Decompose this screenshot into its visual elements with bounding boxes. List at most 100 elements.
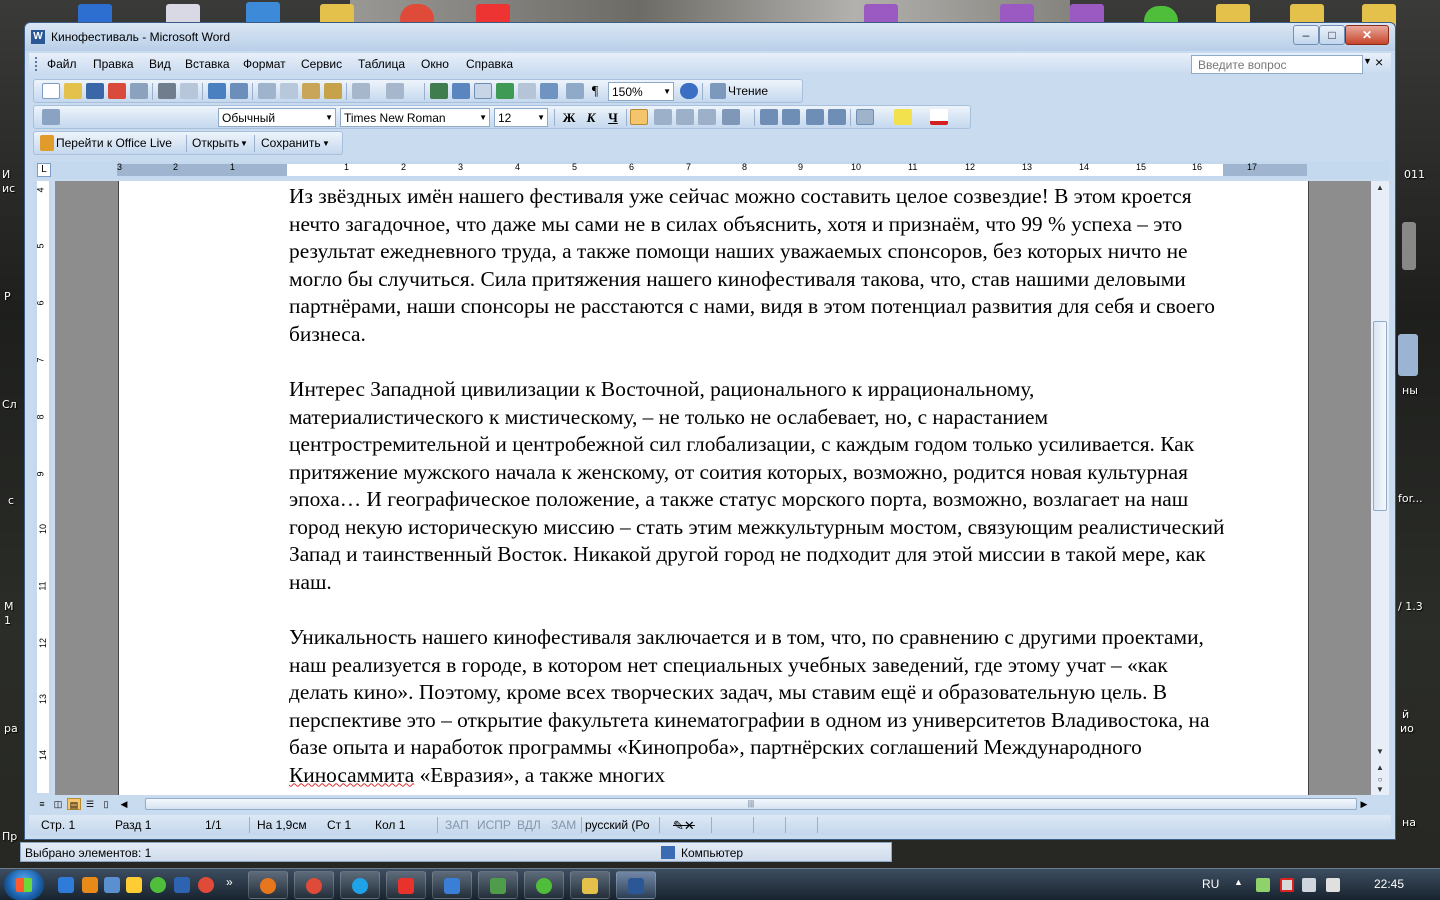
open-icon[interactable] [64, 83, 82, 99]
spelling-status-icon[interactable]: ✎✕ [673, 818, 695, 834]
show-formatting-icon[interactable]: ¶ [586, 83, 604, 100]
ask-dropdown-arrow-icon[interactable]: ▼ [1363, 56, 1372, 66]
clock[interactable]: 22:45 [1374, 877, 1404, 891]
paragraph[interactable]: Уникальность нашего кинофестиваля заключ… [289, 624, 1229, 789]
desktop-icon[interactable] [1398, 334, 1418, 376]
minimize-button[interactable]: – [1293, 25, 1319, 45]
show-desktop-icon[interactable] [174, 877, 190, 893]
italic-button[interactable]: К [582, 109, 600, 126]
align-right-icon[interactable] [676, 109, 694, 125]
next-page-icon[interactable]: ▼ [1372, 783, 1388, 797]
redo-icon[interactable] [386, 83, 404, 99]
show-hidden-icons-icon[interactable]: ▲ [1234, 877, 1243, 887]
menu-grip[interactable] [35, 57, 38, 71]
line-spacing-icon[interactable] [722, 109, 740, 125]
status-track-changes[interactable]: ИСПР [477, 818, 511, 832]
desktop-icon[interactable] [1402, 222, 1416, 270]
font-color-icon[interactable] [930, 109, 948, 125]
ask-question-input[interactable]: Введите вопрос [1191, 55, 1363, 74]
paragraph[interactable]: Из звёздных имён нашего фестиваля уже се… [289, 183, 1229, 348]
outline-view-icon[interactable]: ☰ [83, 798, 97, 810]
messenger-icon[interactable] [126, 877, 142, 893]
status-at[interactable]: На 1,9см [257, 818, 307, 832]
cut-icon[interactable] [258, 83, 276, 99]
spelling-error[interactable]: Киносаммита [289, 763, 414, 787]
taskbar-photos[interactable] [478, 871, 518, 899]
undo-icon[interactable] [352, 83, 370, 99]
vertical-scrollbar[interactable]: ▲ ▼ ▲ ○ ▼ [1371, 181, 1389, 795]
permission-icon[interactable] [108, 83, 126, 99]
decrease-indent-icon[interactable] [806, 109, 824, 125]
tray-network-error-icon[interactable] [1280, 878, 1294, 892]
copy-icon[interactable] [280, 83, 298, 99]
print-preview-icon[interactable] [180, 83, 198, 99]
word-app-icon[interactable]: W [31, 30, 45, 44]
status-page[interactable]: Стр. 1 [41, 818, 75, 832]
reading-view-icon[interactable]: ▯ [99, 798, 113, 810]
horizontal-scroll-thumb[interactable]: ||| [145, 798, 1357, 810]
justify-icon[interactable] [698, 109, 716, 125]
tray-icq-icon[interactable] [1256, 878, 1270, 892]
web-view-icon[interactable]: ◫ [51, 798, 65, 810]
paragraph[interactable]: Интерес Западной цивилизации к Восточной… [289, 376, 1229, 596]
underline-button[interactable]: Ч [604, 109, 622, 126]
scroll-right-icon[interactable]: ▶ [1357, 798, 1371, 810]
office-live-button[interactable]: Перейти к Office Live [56, 136, 172, 150]
maximize-button[interactable]: □ [1319, 25, 1345, 45]
font-size-dropdown[interactable]: 12 ▼ [494, 108, 548, 127]
status-extend[interactable]: ВДЛ [517, 818, 541, 832]
menu-window[interactable]: Окно [421, 57, 449, 71]
paste-icon[interactable] [302, 83, 320, 99]
status-line[interactable]: Ст 1 [327, 818, 351, 832]
style-dropdown[interactable]: Обычный ▼ [218, 108, 336, 127]
drawing-icon[interactable] [540, 83, 558, 99]
status-record[interactable]: ЗАП [445, 818, 469, 832]
highlight-icon[interactable] [894, 109, 912, 125]
document-area[interactable]: Из звёздных имён нашего фестиваля уже се… [55, 181, 1371, 795]
new-document-icon[interactable] [42, 83, 60, 99]
increase-indent-icon[interactable] [828, 109, 846, 125]
taskbar-skype[interactable] [340, 871, 380, 899]
save-icon[interactable] [86, 83, 104, 99]
tray-volume-icon[interactable] [1326, 878, 1340, 892]
spelling-icon[interactable] [208, 83, 226, 99]
help-icon[interactable] [680, 83, 698, 99]
ie-icon[interactable] [58, 877, 74, 893]
insert-excel-icon[interactable] [496, 83, 514, 99]
vertical-ruler[interactable]: 4 5 6 7 8 9 10 11 12 13 14 [33, 181, 51, 793]
status-pages[interactable]: 1/1 [205, 818, 222, 832]
insert-table-icon[interactable] [474, 83, 492, 99]
zoom-dropdown[interactable]: 150% ▼ [608, 82, 674, 101]
start-button[interactable] [4, 870, 44, 900]
tray-device-icon[interactable] [1302, 878, 1316, 892]
language-indicator[interactable]: RU [1202, 877, 1219, 891]
status-language[interactable]: русский (Ро [585, 818, 650, 832]
print-icon[interactable] [158, 83, 176, 99]
open-menu-button[interactable]: Открыть [192, 136, 239, 150]
icq-icon[interactable] [150, 877, 166, 893]
chrome-quicklaunch-icon[interactable] [198, 877, 214, 893]
align-left-icon[interactable] [630, 109, 648, 125]
bullets-icon[interactable] [782, 109, 800, 125]
scroll-thumb[interactable] [1373, 321, 1387, 511]
hyperlink-icon[interactable] [430, 83, 448, 99]
menu-view[interactable]: Вид [149, 57, 171, 71]
document-map-icon[interactable] [566, 83, 584, 99]
tab-stop-selector[interactable]: L [37, 163, 51, 177]
taskbar-icq[interactable] [524, 871, 564, 899]
numbering-icon[interactable] [760, 109, 778, 125]
menu-edit[interactable]: Правка [93, 57, 134, 71]
align-center-icon[interactable] [654, 109, 672, 125]
bold-button[interactable]: Ж [560, 109, 578, 126]
taskbar-firefox[interactable] [248, 871, 288, 899]
menu-help[interactable]: Справка [466, 57, 513, 71]
read-button[interactable]: Чтение [728, 84, 768, 98]
font-dropdown[interactable]: Times New Roman ▼ [340, 108, 490, 127]
taskbar-explorer[interactable] [570, 871, 610, 899]
explorer-quicklaunch-icon[interactable] [104, 877, 120, 893]
menu-table[interactable]: Таблица [358, 57, 405, 71]
status-overtype[interactable]: ЗАМ [551, 818, 576, 832]
normal-view-icon[interactable]: ≡ [35, 798, 49, 810]
email-icon[interactable] [130, 83, 148, 99]
horizontal-scrollbar[interactable]: ≡ ◫ ▤ ☰ ▯ ◀ ||| ▶ [33, 795, 1371, 813]
